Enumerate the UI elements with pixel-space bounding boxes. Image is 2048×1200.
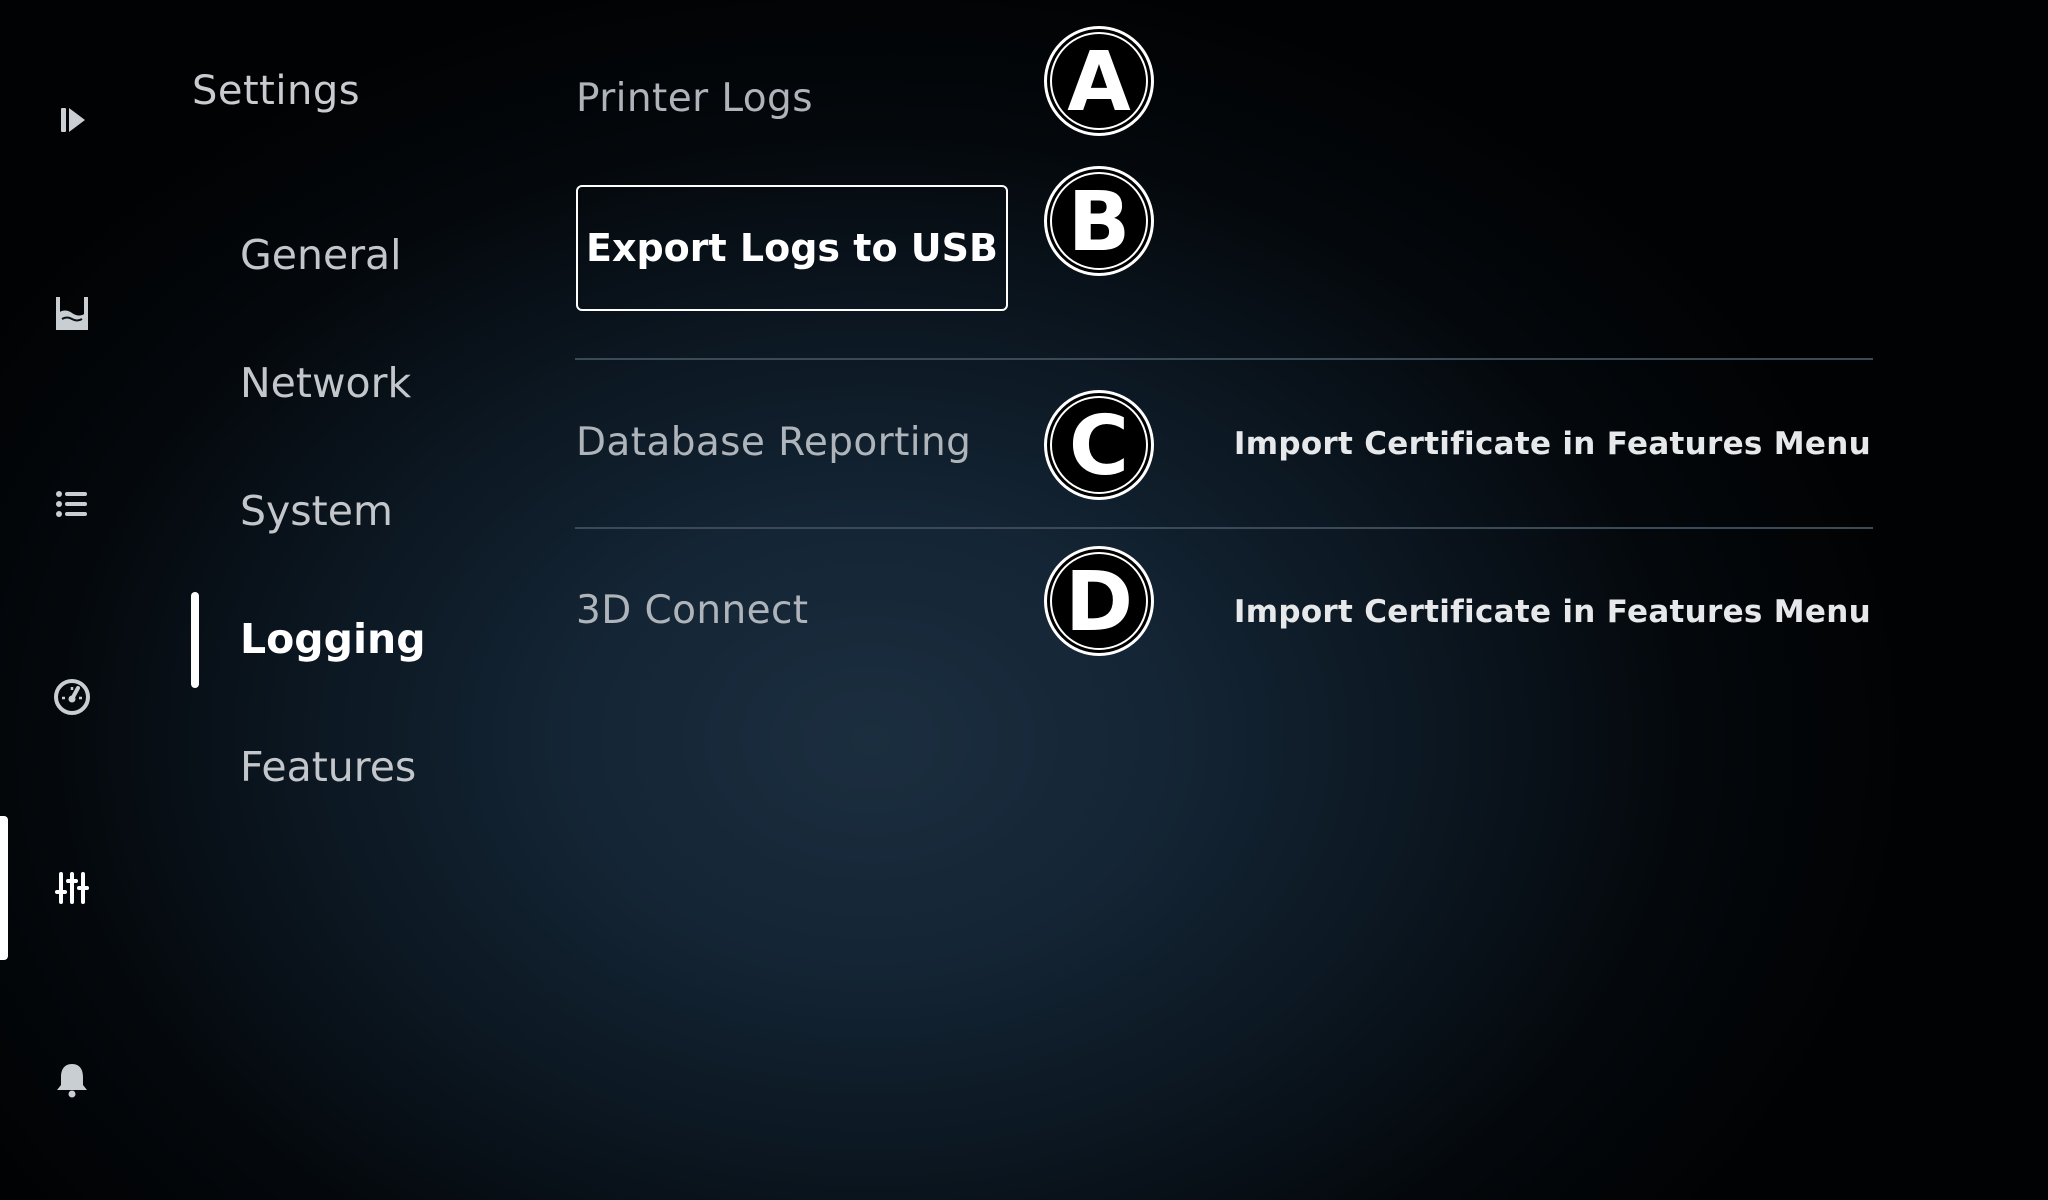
sliders-icon bbox=[55, 872, 89, 904]
nav-item-network[interactable]: Network bbox=[240, 353, 411, 413]
nav-item-system[interactable]: System bbox=[240, 481, 393, 541]
rail-item-settings[interactable] bbox=[0, 828, 144, 948]
divider bbox=[575, 358, 1873, 360]
rail-item-status[interactable] bbox=[0, 636, 144, 756]
nav-item-logging[interactable]: Logging bbox=[240, 609, 426, 669]
marker-d: D bbox=[1044, 546, 1154, 656]
play-next-icon bbox=[61, 108, 85, 132]
marker-c: C bbox=[1044, 390, 1154, 500]
connect-3d-value: Import Certificate in Features Menu bbox=[1233, 594, 1871, 630]
rail-item-print[interactable] bbox=[0, 60, 144, 180]
divider bbox=[575, 527, 1873, 529]
nav-item-features[interactable]: Features bbox=[240, 737, 416, 797]
icon-rail bbox=[0, 0, 150, 1200]
marker-a-letter: A bbox=[1067, 35, 1131, 130]
database-reporting-value: Import Certificate in Features Menu bbox=[1233, 426, 1871, 462]
marker-b: B bbox=[1044, 166, 1154, 276]
connect-3d-label: 3D Connect bbox=[576, 588, 809, 633]
nav-active-indicator bbox=[191, 592, 199, 688]
list-icon bbox=[56, 491, 87, 517]
marker-a: A bbox=[1044, 26, 1154, 136]
tank-icon bbox=[56, 297, 88, 330]
marker-d-letter: D bbox=[1064, 555, 1134, 650]
export-logs-button[interactable]: Export Logs to USB bbox=[576, 185, 1008, 311]
rail-active-indicator bbox=[0, 816, 8, 960]
bell-icon bbox=[57, 1064, 87, 1098]
marker-c-letter: C bbox=[1068, 399, 1130, 494]
printer-logs-label: Printer Logs bbox=[576, 76, 813, 121]
database-reporting-label: Database Reporting bbox=[576, 420, 972, 465]
rail-item-notifications[interactable] bbox=[0, 1020, 144, 1140]
rail-item-queue[interactable] bbox=[0, 444, 144, 564]
marker-b-letter: B bbox=[1067, 175, 1131, 270]
rail-item-tank[interactable] bbox=[0, 252, 144, 372]
gauge-icon bbox=[54, 679, 90, 715]
nav-item-general[interactable]: General bbox=[240, 225, 402, 285]
page-title: Settings bbox=[192, 68, 361, 114]
